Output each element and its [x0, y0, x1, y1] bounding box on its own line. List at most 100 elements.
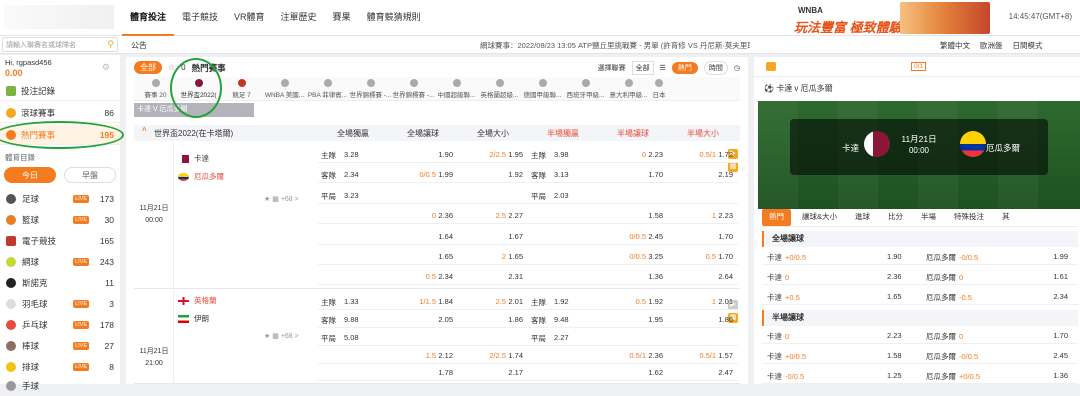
nav-esports[interactable]: 電子競技 [174, 0, 226, 36]
odds-value[interactable]: 1.36 [1053, 371, 1068, 380]
search-input[interactable]: 請輸入聯賽名或球隊名 ⚲ [2, 37, 118, 52]
odds-value: 2.05 [438, 314, 453, 324]
tv-icon[interactable] [766, 62, 776, 71]
league-tab[interactable]: WNBA 美國... [263, 77, 306, 100]
sport-item-handball[interactable]: 手球 [0, 375, 120, 396]
filter-all-button[interactable]: 全部 [134, 61, 162, 74]
odds-value: 1.70 [718, 231, 733, 241]
sport-item-table-tennis[interactable]: 乒乓球 LIVE 178 [0, 314, 120, 335]
odds-value[interactable]: 1.25 [887, 371, 902, 380]
market-home[interactable]: 卡達 +0.5 [767, 292, 800, 303]
group-title[interactable]: 世界盃2022(在卡塔爾) [154, 128, 233, 139]
odds-value[interactable]: 1.65 [887, 292, 902, 301]
market-away[interactable]: 厄瓜多爾 -0/0.5 [926, 252, 978, 263]
tab-early[interactable]: 早盤 [64, 167, 116, 183]
tab-score[interactable]: 比分 [881, 209, 910, 226]
odds-value[interactable]: 2.34 [1053, 292, 1068, 301]
tab-handicap-ou[interactable]: 讓球&大小 [795, 209, 844, 226]
view-mode-select[interactable]: 日間模式 [1013, 40, 1043, 51]
odds-format-select[interactable]: 歐洲盤 [980, 40, 1003, 51]
market-home[interactable]: 卡達 0 [767, 272, 789, 283]
odds-value[interactable]: 2.45 [1053, 351, 1068, 360]
league-tab[interactable]: 競足 7 [220, 77, 263, 100]
scoreboard: 卡達 11月21日 00:00 厄瓜多爾 [790, 119, 1048, 175]
odds-value[interactable]: 1.61 [1053, 272, 1068, 281]
odds-row: 0.5 2.34 2.31 1.36 2.64 [318, 268, 738, 286]
more-markets-link[interactable]: ★ ▦ +68 > [264, 332, 299, 340]
home-team[interactable]: 卡達 [178, 153, 209, 164]
odds-value[interactable]: 1.70 [1053, 331, 1068, 340]
home-team[interactable]: 英格蘭 [178, 295, 217, 306]
odds-value[interactable]: 1.58 [887, 351, 902, 360]
team-name: 厄瓜多爾 [926, 273, 956, 282]
nav-history[interactable]: 注單歷史 [273, 0, 325, 36]
league-select[interactable]: 全部 [631, 61, 654, 75]
sport-item-baseball[interactable]: 棒球 LIVE 27 [0, 335, 120, 356]
market-away[interactable]: 厄瓜多爾 0 [926, 272, 963, 283]
right-match-title[interactable]: ⚽ 卡達 v 厄瓜多爾 [764, 83, 833, 94]
promo-banner[interactable]: WNBA 玩法豐富 極致體驗 [790, 2, 990, 35]
tab-half[interactable]: 半場 [914, 209, 943, 226]
sport-count: 165 [99, 235, 114, 246]
market-home[interactable]: 卡達 0 [767, 331, 789, 342]
sport-item-basketball[interactable]: 籃球 LIVE 30 [0, 209, 120, 230]
sport-item-volleyball[interactable]: 排球 LIVE 8 [0, 356, 120, 377]
tab-hot[interactable]: 熱門 [762, 209, 791, 226]
announcement-text[interactable]: 網球賽事：2022/08/23 13:05 ATP鹽丘里挑戰賽 - 男單 (許育… [480, 40, 750, 51]
tab-special[interactable]: 特殊投注 [947, 209, 991, 226]
market-home[interactable]: 卡達 +0/0.5 [767, 351, 806, 362]
star-icon[interactable]: ★ [264, 333, 270, 340]
odds-value[interactable]: 1.99 [1053, 252, 1068, 261]
odds-value[interactable]: 1.90 [887, 252, 902, 261]
snooker-icon [6, 277, 16, 288]
language-select[interactable]: 繁體中文 [940, 40, 970, 51]
league-tab[interactable]: 意大利甲級... [607, 77, 650, 100]
search-icon[interactable]: ⚲ [107, 39, 114, 50]
odds-value[interactable]: 2.36 [887, 272, 902, 281]
nav-rules[interactable]: 體育競猜規則 [359, 0, 429, 36]
star-icon[interactable]: ★ [264, 196, 270, 203]
market-away[interactable]: 厄瓜多爾 +0/0.5 [926, 371, 980, 382]
league-tab[interactable]: PBA 菲律賓... [306, 77, 349, 100]
league-tab[interactable]: 英格蘭超級... [478, 77, 521, 100]
stats-icon[interactable]: ▦ [272, 333, 279, 340]
league-tab[interactable]: 西班牙甲級... [564, 77, 607, 100]
tab-goals[interactable]: 進球 [848, 209, 877, 226]
sort-time-button[interactable]: 時間 [703, 61, 728, 75]
league-tab[interactable]: 德國甲級聯... [521, 77, 564, 100]
sport-item-football[interactable]: 足球 LIVE 173 [0, 188, 120, 209]
sport-count: 30 [104, 214, 114, 225]
announcement-label: 公告 [131, 41, 147, 50]
sort-hot-button[interactable]: 熱門 [671, 62, 698, 74]
market-away[interactable]: 厄瓜多爾 0 [926, 331, 963, 342]
nav-sports[interactable]: 體育投注 [122, 0, 175, 36]
market-away[interactable]: 厄瓜多爾 -0.5 [926, 292, 972, 303]
stats-icon[interactable]: ▦ [272, 196, 279, 203]
collapse-icon[interactable]: ^ [142, 126, 147, 135]
league-tab[interactable]: 日本 [650, 77, 668, 100]
market-home[interactable]: 卡達 +0/0.5 [767, 252, 806, 263]
sidebar-item-live[interactable]: 滾球賽事 86 [0, 103, 120, 123]
league-tab[interactable]: 中國超級聯... [435, 77, 478, 100]
league-tab[interactable]: 世界錦標賽 -... [392, 77, 435, 100]
sport-item-snooker[interactable]: 斯諾克 11 [0, 272, 120, 293]
tab-today[interactable]: 今日 [4, 167, 56, 183]
sport-item-tennis[interactable]: 網球 LIVE 243 [0, 251, 120, 272]
nav-results[interactable]: 賽果 [325, 0, 359, 36]
sport-item-esports[interactable]: 電子競技 165 [0, 230, 120, 251]
refresh-icon[interactable]: ⚙ [102, 62, 110, 73]
away-team[interactable]: 伊朗 [178, 313, 209, 324]
tab-other[interactable]: 其 [995, 209, 1017, 226]
market-away[interactable]: 厄瓜多爾 -0/0.5 [926, 351, 978, 362]
more-markets-link[interactable]: ★ ▦ +68 > [264, 195, 299, 203]
sidebar-item-bet-records[interactable]: 投注記錄 [0, 81, 120, 101]
site-logo[interactable] [4, 5, 114, 29]
odds-value[interactable]: 2.23 [887, 331, 902, 340]
nav-vr[interactable]: VR體育 [226, 0, 273, 36]
league-tab[interactable]: 世界錦標賽 -... [349, 77, 392, 100]
list-icon[interactable]: ☰ [660, 64, 666, 72]
market-home[interactable]: 卡達 -0/0.5 [767, 371, 804, 382]
clock-icon[interactable]: ◷ [734, 64, 740, 72]
away-team[interactable]: 厄瓜多爾 [178, 171, 224, 182]
sport-item-badminton[interactable]: 羽毛球 LIVE 3 [0, 293, 120, 314]
